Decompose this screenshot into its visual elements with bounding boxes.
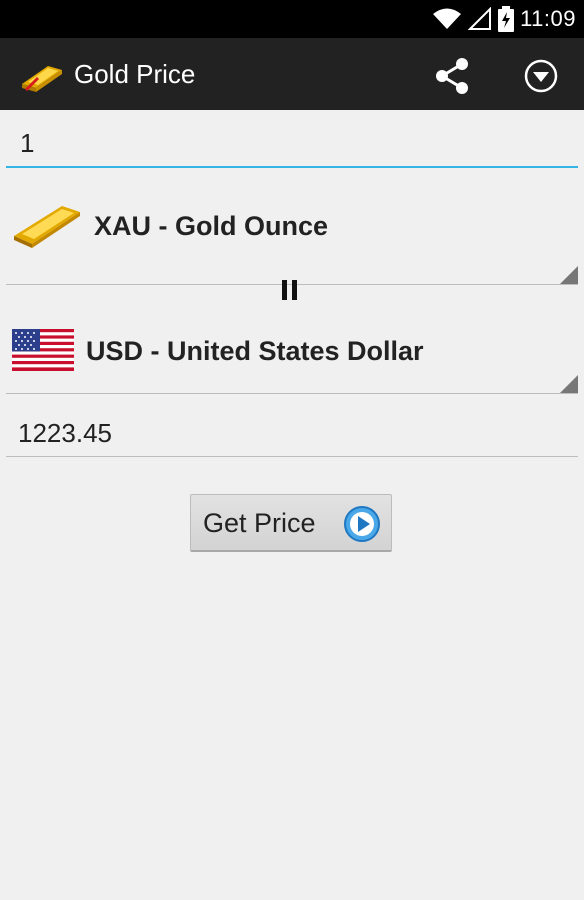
status-bar: 11:09 <box>0 0 584 38</box>
wifi-icon <box>433 8 462 29</box>
battery-icon <box>498 6 515 32</box>
get-price-label: Get Price <box>203 508 316 538</box>
gold-bar-icon <box>14 206 80 248</box>
amount-value: 1 <box>20 128 35 158</box>
from-currency-label: XAU - Gold Ounce <box>94 211 329 241</box>
app-title: Gold Price <box>74 59 196 89</box>
cell-signal-icon <box>468 7 492 30</box>
result-field[interactable]: 1223.45 <box>6 406 578 457</box>
gold-bar-icon[interactable] <box>18 54 66 94</box>
action-bar: Gold Price <box>0 38 584 110</box>
status-time: 11:09 <box>520 6 576 31</box>
spinner-arrow-icon <box>560 375 578 393</box>
overflow-menu-icon[interactable] <box>521 56 561 96</box>
play-icon <box>344 506 380 542</box>
to-currency-label: USD - United States Dollar <box>86 336 424 366</box>
status-icons: 11:09 <box>432 0 576 38</box>
spinner-arrow-icon <box>560 266 578 284</box>
share-icon[interactable] <box>432 56 472 96</box>
to-currency-spinner[interactable]: USD - United States Dollar <box>6 295 578 394</box>
amount-input[interactable]: 1 <box>6 118 578 168</box>
from-currency-spinner[interactable]: XAU - Gold Ounce <box>6 168 578 285</box>
result-value: 1223.45 <box>18 418 112 448</box>
us-flag-icon <box>12 329 74 371</box>
get-price-button[interactable]: Get Price <box>190 494 392 552</box>
